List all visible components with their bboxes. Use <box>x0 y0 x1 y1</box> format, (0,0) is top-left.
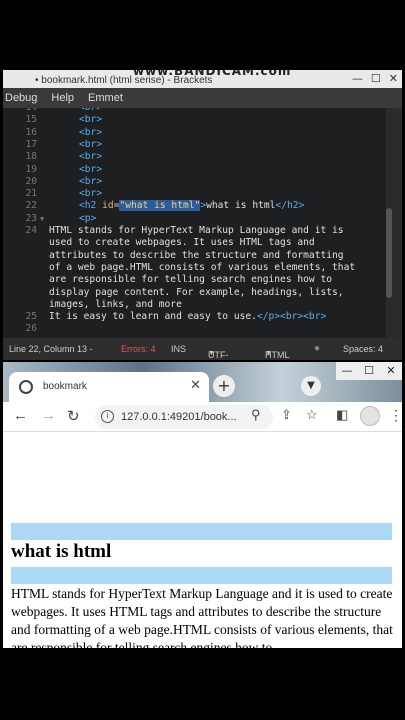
page-heading: what is html <box>11 541 112 562</box>
menu-emmet[interactable]: Emmet <box>88 92 123 104</box>
line-number: 18 <box>25 151 37 163</box>
editor-status-bar: Line 22, Column 13 - Errors: 4 INS UTF-8… <box>3 338 402 360</box>
browser-window: bookmark ✕ + ▼ — ☐ ✕ ← → ↻ i 127.0.0.1:4… <box>3 362 402 648</box>
chevron-down-icon: ▼ <box>265 350 272 357</box>
browser-tab-strip: bookmark ✕ + ▼ — ☐ ✕ <box>3 362 402 402</box>
code-line[interactable]: <br> <box>79 114 102 125</box>
fold-arrow-icon[interactable]: ▼ <box>40 215 44 223</box>
insert-mode[interactable]: INS <box>171 344 186 354</box>
maximize-icon[interactable]: ☐ <box>358 362 380 380</box>
globe-icon <box>19 380 33 394</box>
code-line[interactable]: <br> <box>79 188 102 199</box>
reload-icon[interactable]: ↻ <box>67 407 80 425</box>
heading-highlight-top <box>11 523 392 540</box>
line-number: 24 <box>25 225 37 236</box>
close-icon[interactable]: ✕ <box>389 72 398 85</box>
browser-tab[interactable]: bookmark ✕ <box>9 372 209 402</box>
editor-menu-bar: Debug Help Emmet <box>3 88 402 108</box>
linter-status-icon[interactable]: ● <box>314 343 320 354</box>
code-area[interactable]: 14 <br> 15 <br> 16 <br> 17 <br> 18 <br> 19 <br> 20 <b… <box>3 108 393 344</box>
line-number: 19 <box>25 163 37 175</box>
side-panel-icon[interactable]: ◧ <box>336 407 348 423</box>
editor-title-bar: www.BANDICAM.com • bookmark.html (html s… <box>3 70 402 88</box>
browser-window-controls: — ☐ ✕ <box>336 362 402 380</box>
new-tab-button[interactable]: + <box>213 375 235 397</box>
code-line[interactable]: images, links, and more <box>49 299 182 310</box>
address-bar[interactable]: i 127.0.0.1:49201/book... <box>95 405 273 429</box>
code-line[interactable]: are responsible for telling search engin… <box>49 274 332 285</box>
profile-avatar[interactable] <box>360 406 380 426</box>
tab-title: bookmark <box>43 381 87 392</box>
code-line[interactable]: of a web page.HTML consists of various e… <box>49 262 355 273</box>
code-line[interactable]: used to create webpages. It uses HTML ta… <box>49 237 315 248</box>
code-line[interactable]: attributes to describe the structure and… <box>49 250 344 261</box>
line-number: 14 <box>3 108 37 113</box>
share-icon[interactable]: ⇪ <box>281 407 292 423</box>
chevron-down-icon: ▼ <box>208 350 215 357</box>
line-number: 17 <box>25 138 37 150</box>
menu-help[interactable]: Help <box>51 92 74 104</box>
code-line[interactable]: <br> <box>79 164 102 175</box>
indent-spaces[interactable]: Spaces: 4 <box>343 344 383 354</box>
forward-arrow-icon[interactable]: → <box>41 407 56 424</box>
code-line[interactable]: HTML stands for HyperText Markup Languag… <box>49 225 344 236</box>
code-line[interactable]: <p> <box>79 213 96 224</box>
url-text: 127.0.0.1:49201/book... <box>121 411 237 423</box>
code-line[interactable]: <br> <box>79 151 102 162</box>
line-number: 16 <box>25 126 37 138</box>
more-menu-icon[interactable]: ⋮ <box>389 407 402 424</box>
zoom-icon[interactable]: ⚲ <box>251 407 261 423</box>
browser-toolbar: ← → ↻ i 127.0.0.1:49201/book... ⚲ ⇪ ☆ ◧ … <box>3 402 402 432</box>
page-paragraph: HTML stands for HyperText Markup Languag… <box>11 586 393 648</box>
close-icon[interactable]: ✕ <box>190 378 201 393</box>
line-number: 21 <box>25 188 37 200</box>
line-number: 25 <box>25 311 37 323</box>
back-arrow-icon[interactable]: ← <box>13 407 28 424</box>
page-content: what is html HTML stands for HyperText M… <box>3 432 402 648</box>
heading-highlight-bottom <box>11 567 392 584</box>
code-line[interactable]: <br> <box>79 108 102 113</box>
line-number: 15 <box>25 114 37 126</box>
line-number: 20 <box>25 175 37 187</box>
code-line[interactable]: <br> <box>79 139 102 150</box>
plus-icon: + <box>217 376 231 395</box>
code-line[interactable]: It is easy to learn and easy to use.</p>… <box>49 311 326 322</box>
maximize-icon[interactable]: ☐ <box>371 72 381 85</box>
code-line[interactable]: <h2 id="what is html">what is html</h2> <box>79 200 304 212</box>
brackets-editor-window: www.BANDICAM.com • bookmark.html (html s… <box>3 70 402 360</box>
cursor-position[interactable]: Line 22, Column 13 - <box>9 344 93 354</box>
minimize-icon[interactable]: — <box>352 72 363 85</box>
code-line[interactable]: display page content. For example, headi… <box>49 287 344 298</box>
close-icon[interactable]: ✕ <box>380 362 402 380</box>
line-number: 26 <box>25 323 37 335</box>
code-line[interactable]: <br> <box>79 176 102 187</box>
star-icon[interactable]: ☆ <box>306 407 318 423</box>
minimize-icon[interactable]: — <box>336 362 358 380</box>
line-number: 22 <box>25 200 37 212</box>
info-icon[interactable]: i <box>101 410 114 423</box>
errors-indicator[interactable]: Errors: 4 <box>121 344 156 354</box>
code-line[interactable]: <br> <box>79 127 102 138</box>
editor-window-controls: — ☐ ✕ <box>352 72 398 85</box>
chevron-down-icon: ▼ <box>307 380 315 391</box>
tab-search-button[interactable]: ▼ <box>301 376 321 396</box>
editor-window-title: • bookmark.html (html serise) - Brackets <box>35 75 213 86</box>
extension-sidebar <box>392 108 402 344</box>
menu-debug[interactable]: Debug <box>5 92 37 104</box>
line-number: 23 <box>25 212 37 224</box>
